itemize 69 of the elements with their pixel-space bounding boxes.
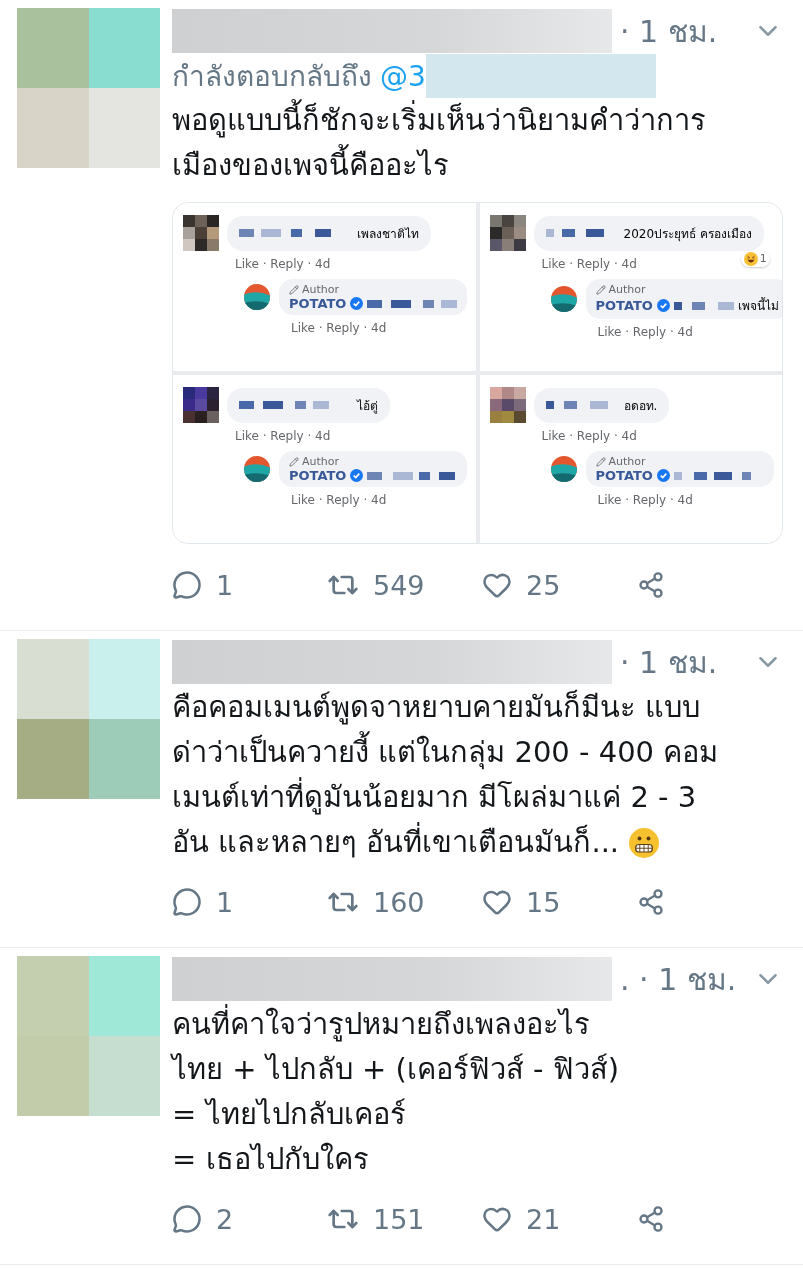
avatar (489, 387, 526, 423)
comment-text: ไอ้ตู่ (357, 397, 378, 415)
tweet-text: พอดูแบบนี้ก็ชักจะเริ่มเห็นว่านิยามคำว่าการ (172, 98, 706, 143)
reply-button[interactable]: 1 (172, 569, 327, 601)
author-name: POTATO (595, 468, 653, 483)
retweet-button[interactable]: 549 (327, 569, 482, 601)
share-icon (637, 1205, 665, 1233)
comment-meta: Like · Reply · 4d (541, 257, 637, 271)
comment-meta: Like · Reply · 4d (235, 257, 331, 271)
comment-meta: Like · Reply · 4d (541, 429, 637, 443)
avatar (243, 455, 271, 483)
pencil-icon (289, 456, 299, 467)
tweet-text: ด่าว่าเป็นควายงี้ แต่ในกลุ่ม 200 - 400 คอม (172, 730, 719, 775)
avatar (549, 455, 578, 483)
tweet-time: · 1 ชม. (620, 643, 718, 682)
pencil-icon (595, 456, 606, 467)
retweet-button[interactable]: 151 (327, 1203, 482, 1235)
reply-icon (172, 887, 202, 917)
reaction-count: 1 (759, 252, 767, 265)
verified-icon (656, 469, 670, 482)
reply-meta: Like · Reply · 4d (597, 493, 693, 507)
comment-text: เพลงชาติไท (357, 225, 419, 243)
laughing-emoji-icon (743, 251, 758, 266)
author-label: Author (595, 283, 779, 296)
tweet-text: คือคอมเมนต์พูดจาหยาบคายมันก็มีนะ แบบ (172, 688, 701, 727)
like-button[interactable]: 15 (482, 886, 637, 918)
pencil-icon (289, 284, 299, 295)
tweet-text: = เธอไปกับใคร (172, 1141, 369, 1178)
reply-meta: Like · Reply · 4d (291, 321, 387, 335)
tweet-text: ไทย + ไปกลับ + (เคอร์ฟิวส์ - ฟิวส์) (172, 1051, 619, 1088)
reply-meta: Like · Reply · 4d (597, 325, 693, 339)
tweet-text: คนที่คาใจว่ารูปหมายถึงเพลงอะไร (172, 1002, 590, 1047)
share-icon (637, 571, 665, 599)
tweet-time: . · 1 ชม. (620, 960, 737, 999)
author-name: POTATO (289, 296, 347, 311)
tweet-text: เมนต์เท่าที่ดูมันน้อยมาก มีโผล่มาแค่ 2 - 3 (172, 775, 697, 820)
comment-text: อดอท. (623, 397, 658, 415)
reply-meta: Like · Reply · 4d (291, 493, 387, 507)
reply-to-label: กำลังตอบกลับถึง (172, 59, 372, 95)
like-button[interactable]: 25 (482, 569, 637, 601)
author-name: POTATO (289, 468, 347, 483)
author-label: Author (289, 455, 458, 468)
avatar (489, 215, 526, 251)
verified-icon (350, 297, 364, 310)
reply-text: เพจนี้ไม่ (737, 296, 779, 315)
avatar (183, 215, 219, 251)
reply-button[interactable]: 1 (172, 886, 327, 918)
tweet-text: อัน และหลายๆ อันที่เขาเตือนมันก็... (172, 820, 620, 865)
author-name: POTATO (595, 298, 653, 313)
tweet-text: เมืองของเพจนี้คืออะไร (172, 143, 449, 188)
avatar (549, 285, 578, 313)
pencil-icon (595, 284, 606, 295)
mention-link[interactable]: @3 (380, 59, 426, 93)
verified-icon (656, 299, 670, 312)
tweet-text: = ไทยไปกลับเคอร์ (172, 1096, 406, 1133)
avatar (183, 387, 219, 423)
reply-icon (172, 1204, 202, 1234)
like-button[interactable]: 21 (482, 1203, 637, 1235)
comment-text: 2020ประยุทธ์ ครองเมือง (623, 225, 752, 243)
share-icon (637, 888, 665, 916)
comment-meta: Like · Reply · 4d (235, 429, 331, 443)
retweet-button[interactable]: 160 (327, 886, 482, 918)
reply-icon (172, 570, 202, 600)
avatar (243, 283, 271, 311)
reply-button[interactable]: 2 (172, 1203, 327, 1235)
tweet-time: · 1 ชม. (620, 12, 718, 51)
verified-icon (350, 469, 364, 482)
author-label: Author (595, 455, 764, 468)
author-label: Author (289, 283, 458, 296)
